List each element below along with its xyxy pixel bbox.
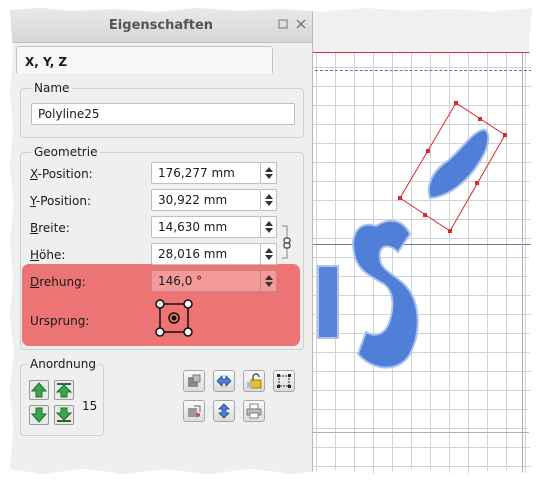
- rotation-spinbox[interactable]: 146,0 °: [151, 270, 277, 292]
- letter-fragment-shape: [317, 265, 339, 339]
- screenshot-frame: Eigenschaften X, Y, Z Name Polyline25 Ge…: [10, 8, 532, 474]
- rotation-stepper[interactable]: [261, 270, 277, 292]
- tab-bar: X, Y, Z: [10, 42, 312, 78]
- raise-to-top-icon[interactable]: [54, 380, 74, 400]
- float-icon[interactable]: [278, 19, 288, 29]
- lower-icon[interactable]: [29, 405, 49, 425]
- y-position-spinbox[interactable]: 30,922 mm: [151, 189, 277, 211]
- origin-selector-icon[interactable]: [154, 298, 194, 338]
- arrangement-group-legend: Anordnung: [27, 357, 99, 371]
- rotation-label: Drehung:: [30, 275, 86, 289]
- shape-outline-icon[interactable]: [183, 400, 205, 422]
- shape-icon[interactable]: [183, 370, 205, 392]
- level-value: 15: [82, 399, 98, 413]
- canvas-shapes: [317, 101, 507, 369]
- height-field[interactable]: 28,016 mm: [151, 243, 261, 265]
- frame-icon[interactable]: [273, 370, 295, 392]
- letter-s-shape: [352, 219, 419, 369]
- geometry-group-legend: Geometrie: [31, 145, 101, 159]
- flip-vertical-icon[interactable]: [213, 400, 235, 422]
- y-position-stepper[interactable]: [261, 189, 277, 211]
- height-stepper[interactable]: [261, 243, 277, 265]
- raise-icon[interactable]: [29, 380, 49, 400]
- panel-titlebar[interactable]: Eigenschaften: [10, 8, 312, 43]
- x-position-spinbox[interactable]: 176,277 mm: [151, 162, 277, 184]
- width-field[interactable]: 14,630 mm: [151, 216, 261, 238]
- y-position-field[interactable]: 30,922 mm: [151, 189, 261, 211]
- height-label: Höhe:: [30, 248, 66, 262]
- lower-to-bottom-icon[interactable]: [54, 405, 74, 425]
- x-position-field[interactable]: 176,277 mm: [151, 162, 261, 184]
- flip-horizontal-icon[interactable]: [213, 370, 235, 392]
- lock-icon[interactable]: [243, 370, 265, 392]
- x-position-label: X-Position:: [30, 167, 93, 181]
- properties-panel: Eigenschaften X, Y, Z Name Polyline25 Ge…: [10, 8, 313, 474]
- width-spinbox[interactable]: 14,630 mm: [151, 216, 277, 238]
- rotation-field[interactable]: 146,0 °: [151, 270, 261, 292]
- tab-divider: [272, 42, 312, 43]
- tab-xyz[interactable]: X, Y, Z: [16, 46, 273, 73]
- close-icon[interactable]: [296, 19, 306, 29]
- width-label: Breite:: [30, 221, 70, 235]
- tab-xyz-label: X, Y, Z: [25, 55, 68, 69]
- document-canvas[interactable]: [310, 8, 532, 474]
- print-icon[interactable]: [243, 400, 265, 422]
- panel-title: Eigenschaften: [108, 18, 214, 33]
- x-position-stepper[interactable]: [261, 162, 277, 184]
- height-spinbox[interactable]: 28,016 mm: [151, 243, 277, 265]
- name-group: Name Polyline25: [20, 81, 304, 138]
- width-stepper[interactable]: [261, 216, 277, 238]
- name-group-legend: Name: [31, 81, 73, 95]
- chain-link-icon[interactable]: [281, 224, 293, 260]
- y-position-label: Y-Position:: [30, 194, 92, 208]
- selected-polyline[interactable]: [398, 101, 507, 233]
- origin-label: Ursprung:: [30, 314, 90, 328]
- name-field[interactable]: Polyline25: [31, 103, 295, 125]
